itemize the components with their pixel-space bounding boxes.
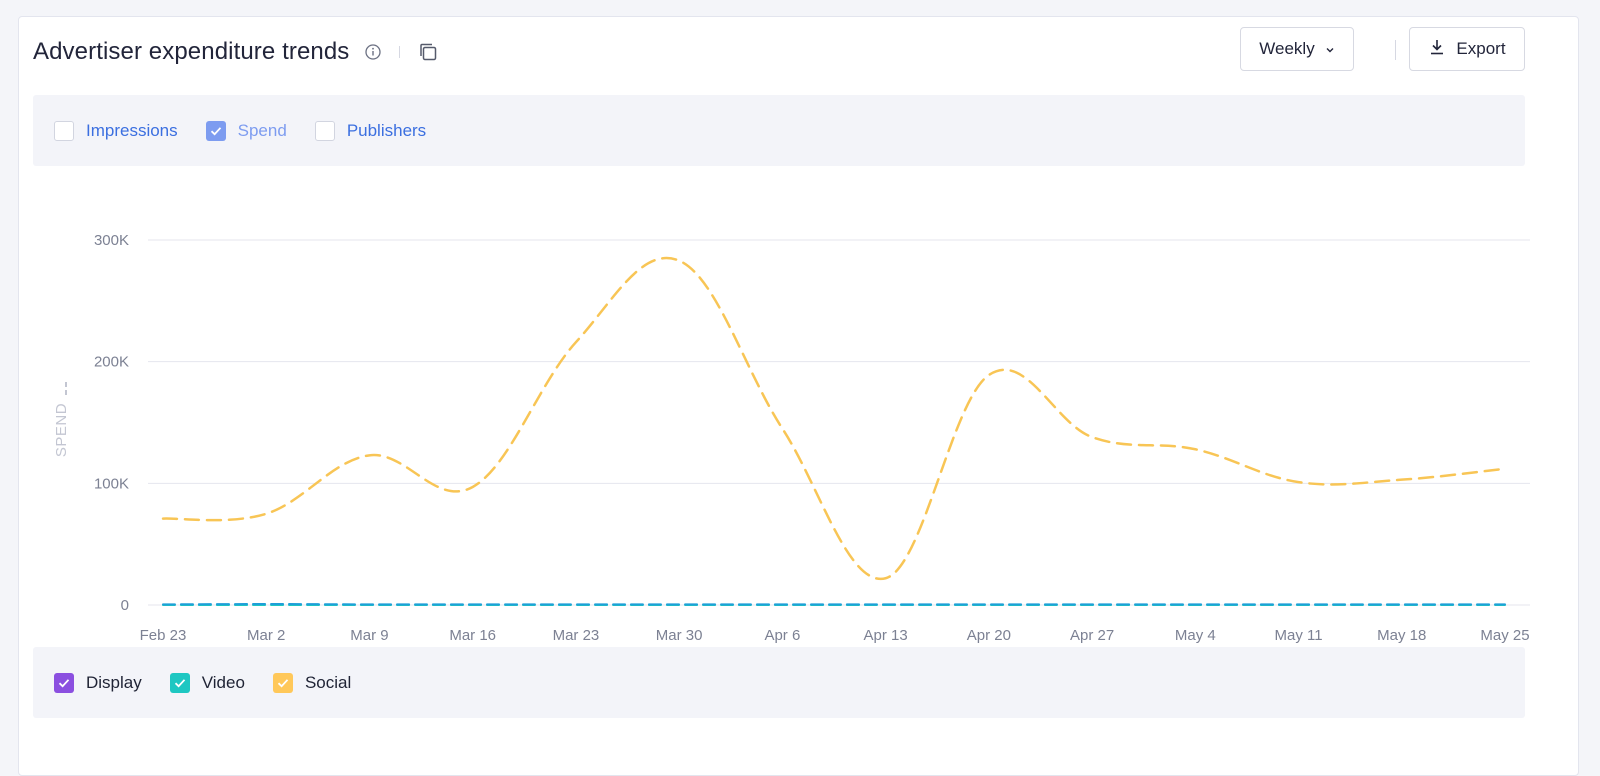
x-tick-label: Mar 23 (553, 627, 600, 644)
series-legend: Display Video Social (33, 647, 1525, 718)
series-line-social (163, 258, 1505, 579)
spend-line-chart: 0 100K 200K 300K Feb 23 Mar 2 Mar 9 Mar 16 Mar 2… (0, 0, 1600, 650)
legend-item-social[interactable]: Social (273, 673, 351, 693)
y-tick-label: 300K (94, 232, 129, 249)
x-tick-label: Apr 20 (967, 627, 1011, 644)
legend-label: Social (305, 673, 351, 693)
x-tick-label: Apr 6 (764, 627, 800, 644)
x-tick-label: May 11 (1274, 627, 1322, 644)
legend-checkbox[interactable] (54, 673, 74, 693)
x-tick-label: May 4 (1175, 627, 1216, 644)
x-tick-label: Apr 27 (1070, 627, 1114, 644)
legend-item-display[interactable]: Display (54, 673, 142, 693)
y-tick-label: 100K (94, 475, 129, 492)
y-tick-label: 200K (94, 354, 129, 371)
x-tick-label: Mar 2 (247, 627, 285, 644)
legend-item-video[interactable]: Video (170, 673, 245, 693)
x-tick-label: May 18 (1377, 627, 1426, 644)
legend-checkbox[interactable] (273, 673, 293, 693)
x-tick-label: Apr 13 (864, 627, 908, 644)
x-tick-label: Feb 23 (140, 627, 187, 644)
legend-label: Video (202, 673, 245, 693)
x-tick-label: May 25 (1480, 627, 1529, 644)
x-tick-label: Mar 9 (350, 627, 388, 644)
y-tick-label: 0 (121, 597, 129, 614)
legend-checkbox[interactable] (170, 673, 190, 693)
x-tick-label: Mar 30 (656, 627, 703, 644)
legend-label: Display (86, 673, 142, 693)
y-axis-label: SPEND (53, 403, 70, 457)
x-tick-label: Mar 16 (449, 627, 496, 644)
